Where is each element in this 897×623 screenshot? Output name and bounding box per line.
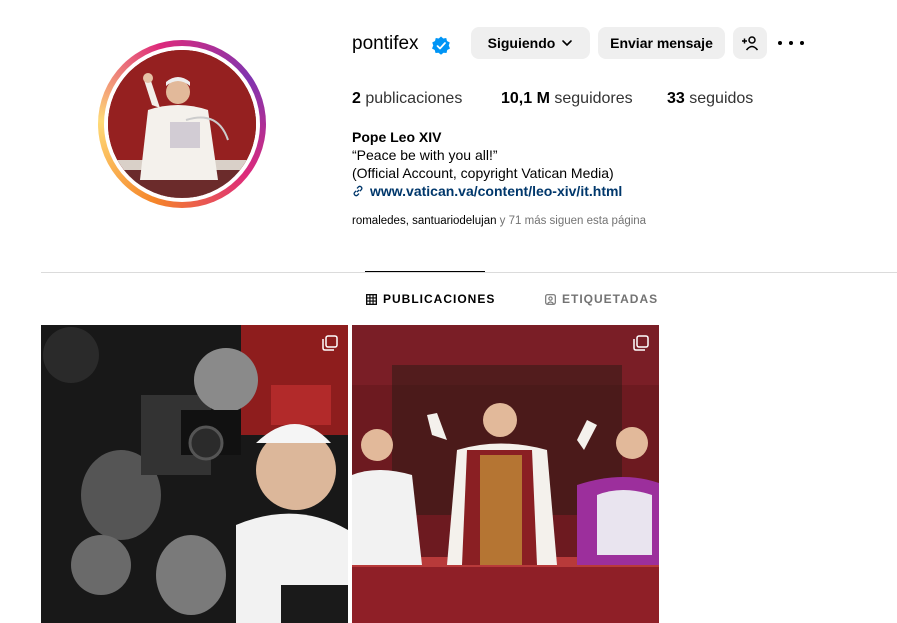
followers-count: 10,1 M [501, 90, 550, 107]
bio-name: Pope Leo XIV [352, 129, 442, 145]
link-icon [353, 185, 363, 197]
avatar-image [108, 50, 256, 198]
tab-tagged[interactable]: ETIQUETADAS [545, 292, 658, 306]
followers-label: seguidores [554, 90, 633, 107]
profile-avatar[interactable] [98, 40, 266, 208]
posts-count-stat: 2 publicaciones [352, 90, 462, 108]
post-tile[interactable] [352, 325, 659, 623]
grid-icon [366, 293, 377, 305]
tab-posts-label: PUBLICACIONES [383, 292, 496, 306]
profile-username: pontifex [352, 33, 419, 54]
following-label: seguidos [689, 90, 754, 107]
more-dot [778, 41, 782, 45]
bio-line-2: (Official Account, copyright Vatican Med… [352, 165, 614, 181]
tagged-icon [545, 293, 556, 305]
bio-link-text: www.vatican.va/content/leo-xiv/it.html [370, 183, 623, 199]
bio-line-1: “Peace be with you all!” [352, 147, 498, 163]
followers-stat[interactable]: 10,1 M seguidores [501, 90, 633, 108]
following-count: 33 [667, 90, 685, 107]
posts-count: 2 [352, 90, 361, 107]
more-icon[interactable] [778, 33, 804, 53]
tabs-divider [41, 272, 897, 273]
suggested-accounts-button[interactable] [733, 27, 767, 59]
following-button[interactable]: Siguiendo [471, 27, 590, 59]
send-message-label: Enviar mensaje [610, 35, 713, 51]
carousel-icon [633, 335, 649, 351]
tab-posts[interactable]: PUBLICACIONES [366, 292, 495, 306]
more-dot [789, 41, 793, 45]
add-person-icon [742, 36, 759, 51]
followed-by-names: romaledes, santuariodelujan [352, 215, 497, 227]
tab-tagged-label: ETIQUETADAS [562, 292, 659, 306]
followed-by-rest: y 71 más siguen esta página [496, 215, 647, 227]
following-stat[interactable]: 33 seguidos [667, 90, 753, 108]
bio-link[interactable]: www.vatican.va/content/leo-xiv/it.html [352, 183, 622, 199]
verified-badge-icon [432, 36, 450, 55]
followed-by-text[interactable]: romaledes, santuariodelujan y 71 más sig… [352, 215, 646, 227]
carousel-icon [322, 335, 338, 351]
following-button-label: Siguiendo [487, 35, 556, 51]
active-tab-indicator [365, 271, 485, 272]
post-tile[interactable] [41, 325, 348, 623]
post-image [41, 325, 348, 623]
chevron-down-icon [562, 40, 573, 47]
avatar-photo [108, 50, 256, 198]
post-image [352, 325, 659, 623]
more-dot [800, 41, 804, 45]
posts-label: publicaciones [365, 90, 463, 107]
send-message-button[interactable]: Enviar mensaje [598, 27, 725, 59]
avatar-inner-ring [104, 46, 260, 202]
